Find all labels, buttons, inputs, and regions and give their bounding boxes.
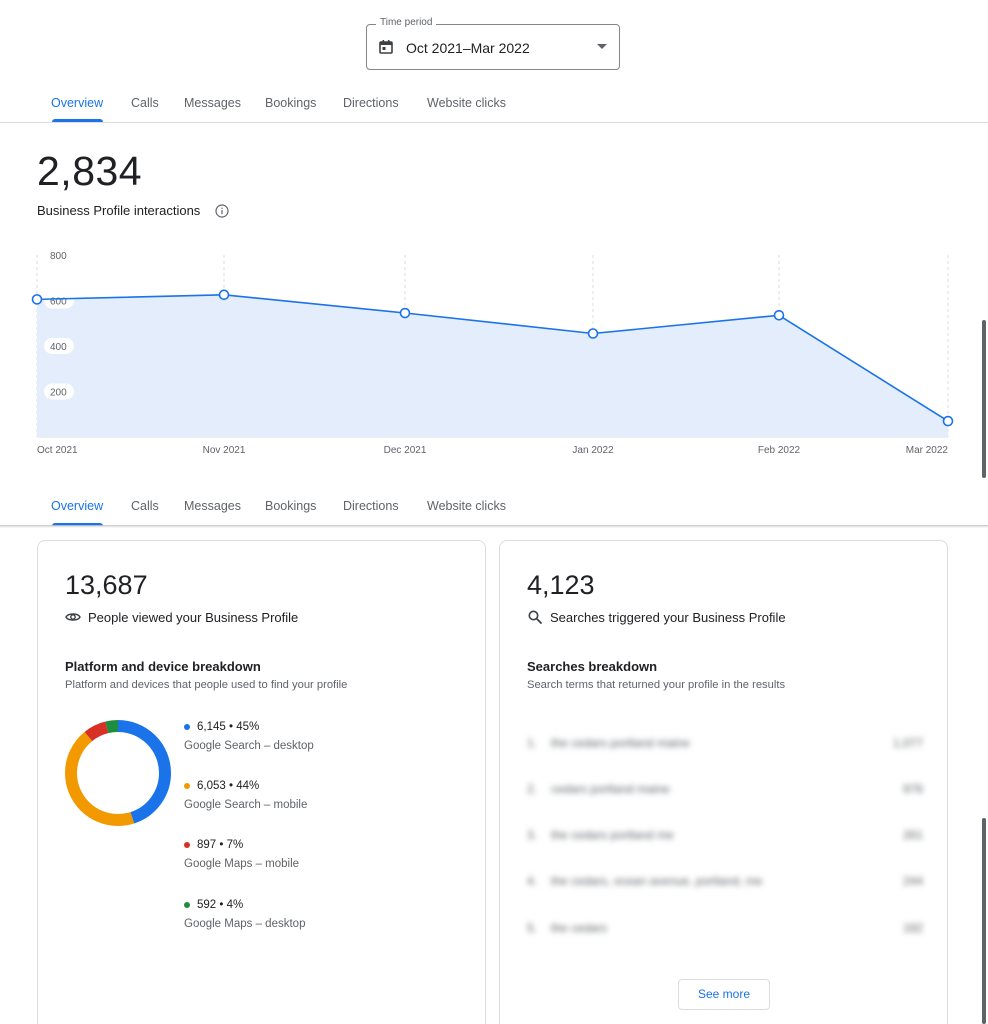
x-tick-label: Nov 2021 — [203, 445, 246, 456]
search-term: cedars portland maine — [551, 782, 670, 796]
legend-maps-desktop: 592 • 4% Google Maps – desktop — [184, 899, 305, 930]
search-count: 244 — [902, 874, 923, 888]
search-term: the cedars, ocean avenue, portland, me — [551, 874, 763, 888]
legend-name: Google Maps – desktop — [184, 918, 306, 930]
search-term-row: 4. the cedars, ocean avenue, portland, m… — [527, 874, 923, 892]
searches-total: 4,123 — [527, 570, 595, 600]
chart-data-point — [218, 289, 230, 301]
searches-subtitle: Searches triggered your Business Profile — [527, 609, 786, 625]
time-period-value: Oct 2021–Mar 2022 — [406, 40, 530, 56]
legend-search-mobile: 6,053 • 44% Google Search – mobile — [184, 780, 307, 811]
platform-donut-chart — [65, 720, 171, 826]
y-tick-label: 400 — [50, 342, 67, 353]
chart-data-point — [31, 294, 43, 305]
search-term-row: 2. cedars portland maine 976 — [527, 782, 923, 800]
scrollbar-thumb-secondary[interactable] — [982, 818, 986, 1024]
search-count: 1,077 — [892, 736, 923, 750]
chart-data-point — [942, 415, 954, 427]
search-rank: 3. — [527, 828, 538, 842]
search-term-row: 1. the cedars portland maine 1,077 — [527, 736, 923, 754]
tab-directions[interactable]: Directions — [343, 83, 399, 123]
y-tick-label: 200 — [50, 388, 67, 399]
legend-value: 592 • 4% — [197, 899, 244, 911]
tab-directions[interactable]: Directions — [343, 486, 399, 526]
search-term: the cedars portland me — [551, 828, 674, 842]
scrollbar-thumb[interactable] — [982, 320, 986, 478]
tab-bookings[interactable]: Bookings — [265, 486, 316, 526]
searches-breakdown-description: Search terms that returned your profile … — [527, 679, 786, 691]
time-period-select[interactable]: Time period Oct 2021–Mar 2022 — [366, 17, 620, 70]
calendar-icon — [379, 40, 393, 54]
tab-calls[interactable]: Calls — [131, 486, 159, 526]
legend-search-desktop: 6,145 • 45% Google Search – desktop — [184, 721, 314, 752]
x-tick-label: Jan 2022 — [572, 445, 614, 456]
platform-breakdown-heading: Platform and device breakdown — [65, 659, 261, 674]
search-term: the cedars portland maine — [551, 736, 690, 750]
search-term-row: 5. the cedars 182 — [527, 921, 923, 939]
legend-dot — [184, 783, 190, 789]
x-tick-label: Feb 2022 — [758, 445, 801, 456]
legend-value: 6,145 • 45% — [197, 721, 260, 733]
views-subtitle: People viewed your Business Profile — [65, 609, 298, 625]
tab-website-clicks[interactable]: Website clicks — [427, 486, 506, 526]
search-rank: 5. — [527, 921, 538, 935]
legend-maps-mobile: 897 • 7% Google Maps – mobile — [184, 839, 299, 870]
active-tab-indicator — [52, 119, 103, 122]
interactions-label: Business Profile interactions — [37, 203, 201, 218]
see-more-button[interactable]: See more — [678, 979, 770, 1010]
y-tick-label: 800 — [50, 251, 67, 262]
legend-value: 6,053 • 44% — [197, 780, 260, 792]
legend-name: Google Search – mobile — [184, 799, 308, 811]
eye-icon — [65, 613, 81, 621]
platform-breakdown-description: Platform and devices that people used to… — [65, 679, 348, 691]
search-rank: 2. — [527, 782, 538, 796]
tab-overview[interactable]: Overview — [51, 486, 103, 526]
tab-messages[interactable]: Messages — [184, 83, 241, 123]
tab-website-clicks[interactable]: Website clicks — [427, 83, 506, 123]
legend-name: Google Maps – mobile — [184, 858, 300, 870]
profile-views-card: 13,687 People viewed your Business Profi… — [37, 540, 486, 1024]
search-term: the cedars — [551, 921, 608, 935]
search-icon — [528, 610, 542, 624]
info-icon[interactable] — [215, 204, 229, 218]
search-term-row: 3. the cedars portland me 261 — [527, 828, 923, 846]
interactions-total: 2,834 — [37, 148, 143, 194]
legend-name: Google Search – desktop — [184, 740, 314, 752]
tab-bookings[interactable]: Bookings — [265, 83, 316, 123]
x-tick-label: Dec 2021 — [384, 445, 427, 456]
dropdown-arrow-icon — [597, 44, 607, 49]
metric-tabs: Overview Calls Messages Bookings Directi… — [0, 83, 988, 123]
x-tick-label: Mar 2022 — [906, 445, 949, 456]
search-count: 182 — [902, 921, 923, 935]
legend-dot — [184, 842, 190, 848]
views-total: 13,687 — [65, 570, 148, 600]
chart-data-point — [587, 328, 599, 339]
legend-dot — [184, 902, 190, 908]
tab-bar-shadow — [0, 525, 988, 528]
searches-label: Searches triggered your Business Profile — [550, 609, 786, 625]
x-tick-label: Oct 2021 — [37, 445, 78, 456]
chart-data-point — [773, 309, 785, 321]
searches-breakdown-heading: Searches breakdown — [527, 659, 658, 674]
searches-card: 4,123 Searches triggered your Business P… — [499, 540, 948, 1024]
interactions-chart: 800600400200Oct 2021 Nov 2021 Dec 2021 Jan … — [31, 247, 954, 456]
views-label: People viewed your Business Profile — [88, 609, 299, 625]
search-rank: 1. — [527, 736, 538, 750]
search-rank: 4. — [527, 874, 538, 888]
tab-messages[interactable]: Messages — [184, 486, 241, 526]
search-count: 976 — [902, 782, 923, 796]
chart-area — [37, 294, 948, 437]
metric-tabs-sticky: Overview Calls Messages Bookings Directi… — [0, 486, 988, 526]
search-count: 261 — [902, 828, 923, 842]
time-period-label: Time period — [376, 17, 437, 28]
legend-value: 897 • 7% — [197, 839, 244, 851]
legend-dot — [184, 724, 190, 730]
tab-calls[interactable]: Calls — [131, 83, 159, 123]
tab-overview[interactable]: Overview — [51, 83, 103, 123]
chart-data-point — [399, 307, 411, 319]
